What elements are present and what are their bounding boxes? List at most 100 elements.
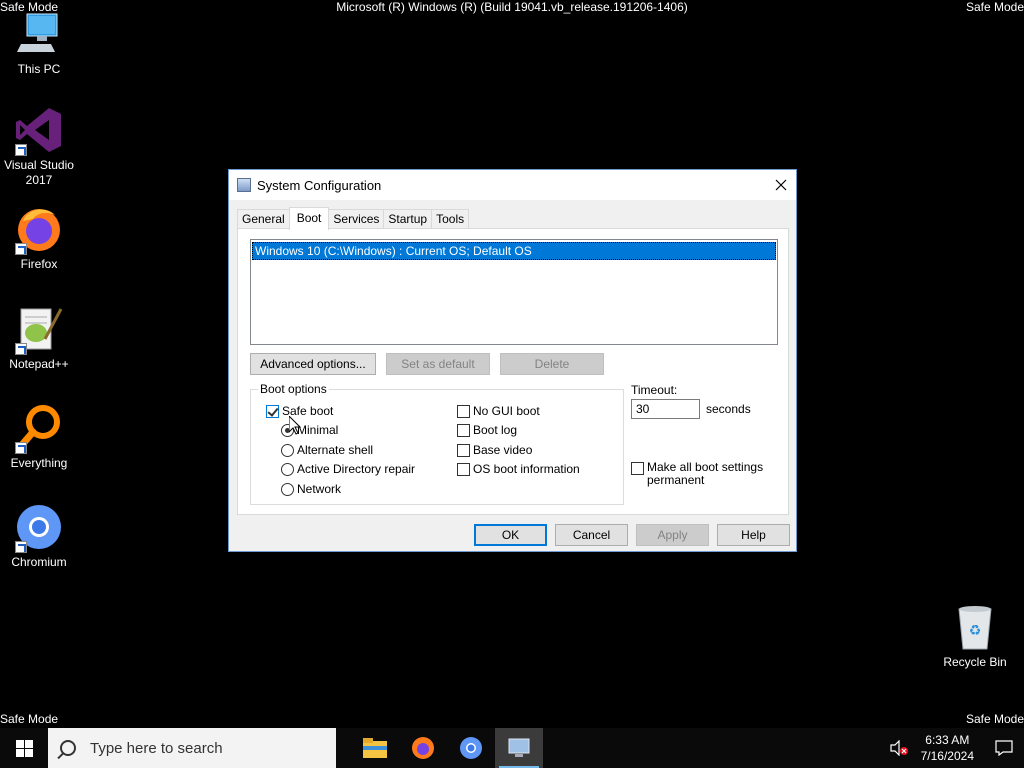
- os-list-item[interactable]: Windows 10 (C:\Windows) : Current OS; De…: [252, 242, 776, 260]
- checkbox-box[interactable]: [631, 462, 644, 475]
- svg-text:♻: ♻: [969, 623, 982, 639]
- clock-date: 7/16/2024: [920, 749, 974, 763]
- tab-services[interactable]: Services: [328, 209, 385, 229]
- search-placeholder: Type here to search: [90, 739, 223, 757]
- msconfig-icon: [237, 178, 251, 192]
- tab-strip: General Boot Services Startup Tools: [237, 207, 470, 230]
- os-boot-information-checkbox[interactable]: OS boot information: [457, 462, 580, 476]
- notepad-plus-plus-icon: [15, 305, 63, 355]
- desktop-icon-label: Chromium: [11, 555, 67, 569]
- desktop-icon-label: This PC: [17, 62, 61, 76]
- boot-tab-panel: Windows 10 (C:\Windows) : Current OS; De…: [237, 228, 789, 515]
- file-explorer-icon: [363, 738, 387, 758]
- search-icon: [60, 740, 76, 756]
- no-gui-boot-checkbox[interactable]: No GUI boot: [457, 404, 540, 418]
- radio-label: Network: [297, 482, 342, 496]
- checkbox-box[interactable]: [457, 423, 470, 437]
- shortcut-arrow-icon: [15, 541, 27, 553]
- chromium-icon: [15, 503, 63, 553]
- radio-circle[interactable]: [281, 462, 294, 476]
- radio-label: Active Directory repair: [297, 462, 416, 476]
- taskbar-chromium[interactable]: [447, 728, 495, 768]
- checkbox-box[interactable]: [457, 443, 470, 457]
- cancel-button[interactable]: Cancel: [555, 524, 628, 546]
- shortcut-arrow-icon: [15, 442, 27, 454]
- safe-mode-label-bottom-right: Safe Mode: [965, 712, 1024, 726]
- make-permanent-label-line2: permanent: [647, 473, 705, 487]
- checkbox-box[interactable]: [266, 404, 279, 418]
- shortcut-arrow-icon: [15, 144, 27, 156]
- chromium-icon: [460, 737, 482, 759]
- boot-options-label: Boot options: [258, 382, 329, 396]
- radio-label: Minimal: [297, 423, 339, 437]
- system-configuration-dialog: System Configuration General Boot Servic…: [228, 169, 797, 552]
- os-list[interactable]: Windows 10 (C:\Windows) : Current OS; De…: [250, 239, 778, 345]
- desktop-icon-visual-studio[interactable]: Visual Studio 2017: [0, 106, 78, 188]
- start-button[interactable]: [0, 728, 48, 768]
- help-button[interactable]: Help: [717, 524, 790, 546]
- this-pc-icon: [15, 10, 63, 58]
- radio-network[interactable]: Network: [281, 482, 341, 496]
- desktop-icon-label: Everything: [10, 456, 68, 470]
- make-permanent-label: Make all boot settings permanent: [647, 461, 763, 487]
- mouse-cursor-icon: [289, 416, 301, 435]
- shortcut-arrow-icon: [15, 343, 27, 355]
- timeout-label: Timeout:: [631, 383, 678, 397]
- delete-button[interactable]: Delete: [500, 353, 604, 375]
- taskbar-file-explorer[interactable]: [351, 728, 399, 768]
- recycle-bin-icon: ♻: [951, 603, 999, 651]
- desktop-icon-everything[interactable]: Everything: [0, 404, 78, 471]
- shortcut-arrow-icon: [15, 243, 27, 255]
- checkbox-label: Boot log: [473, 423, 518, 437]
- dialog-title: System Configuration: [257, 177, 382, 193]
- radio-label: Alternate shell: [297, 443, 374, 457]
- taskbar-firefox[interactable]: [399, 728, 447, 768]
- checkbox-label: Base video: [473, 443, 533, 457]
- windows-logo-icon: [15, 739, 33, 757]
- everything-search-icon: [15, 404, 63, 454]
- close-icon: [775, 179, 787, 191]
- checkbox-label: No GUI boot: [473, 404, 540, 418]
- desktop-icon-label: Recycle Bin: [943, 655, 1007, 669]
- tab-startup[interactable]: Startup: [383, 209, 433, 229]
- desktop-icon-label: Notepad++: [9, 357, 69, 371]
- set-as-default-button[interactable]: Set as default: [386, 353, 490, 375]
- apply-button[interactable]: Apply: [636, 524, 709, 546]
- make-permanent-checkbox[interactable]: Make all boot settings permanent: [631, 461, 763, 487]
- desktop-icon-notepad-plus-plus[interactable]: Notepad++: [0, 305, 78, 372]
- desktop-icon-label: Visual Studio 2017: [4, 158, 74, 187]
- checkbox-box[interactable]: [457, 404, 470, 418]
- boot-log-checkbox[interactable]: Boot log: [457, 423, 517, 437]
- desktop-icon-this-pc[interactable]: This PC: [0, 10, 78, 77]
- checkbox-box[interactable]: [457, 462, 470, 476]
- notification-icon: [995, 740, 1013, 756]
- desktop-icon-label: Firefox: [20, 257, 58, 271]
- radio-active-directory-repair[interactable]: Active Directory repair: [281, 462, 415, 476]
- radio-circle[interactable]: [281, 482, 294, 496]
- safe-mode-label-bottom-left: Safe Mode: [0, 712, 59, 726]
- msconfig-icon: [508, 738, 530, 757]
- tab-tools[interactable]: Tools: [431, 209, 470, 229]
- desktop-icon-firefox[interactable]: Firefox: [0, 205, 78, 272]
- close-button[interactable]: [766, 170, 796, 200]
- taskbar: Type here to search 6:33 AM 7/16/2024: [0, 728, 1024, 768]
- taskbar-system-configuration[interactable]: [495, 728, 543, 768]
- dialog-titlebar[interactable]: System Configuration: [229, 170, 796, 200]
- action-center-button[interactable]: [984, 728, 1024, 768]
- ok-button[interactable]: OK: [474, 524, 547, 546]
- clock-time: 6:33 AM: [925, 733, 970, 747]
- volume-muted-icon[interactable]: [887, 728, 911, 768]
- tab-general[interactable]: General: [237, 209, 290, 229]
- taskbar-search-box[interactable]: Type here to search: [48, 728, 336, 768]
- desktop-icon-recycle-bin[interactable]: ♻ Recycle Bin: [936, 603, 1014, 670]
- taskbar-clock[interactable]: 6:33 AM 7/16/2024: [911, 732, 984, 764]
- timeout-input[interactable]: 30: [631, 399, 700, 419]
- desktop-icon-chromium[interactable]: Chromium: [0, 503, 78, 570]
- radio-alternate-shell[interactable]: Alternate shell: [281, 443, 373, 457]
- advanced-options-button[interactable]: Advanced options...: [250, 353, 376, 375]
- firefox-icon: [15, 205, 63, 255]
- radio-circle[interactable]: [281, 443, 294, 457]
- base-video-checkbox[interactable]: Base video: [457, 443, 532, 457]
- tab-boot[interactable]: Boot: [288, 207, 330, 230]
- make-permanent-label-line1: Make all boot settings: [647, 460, 764, 474]
